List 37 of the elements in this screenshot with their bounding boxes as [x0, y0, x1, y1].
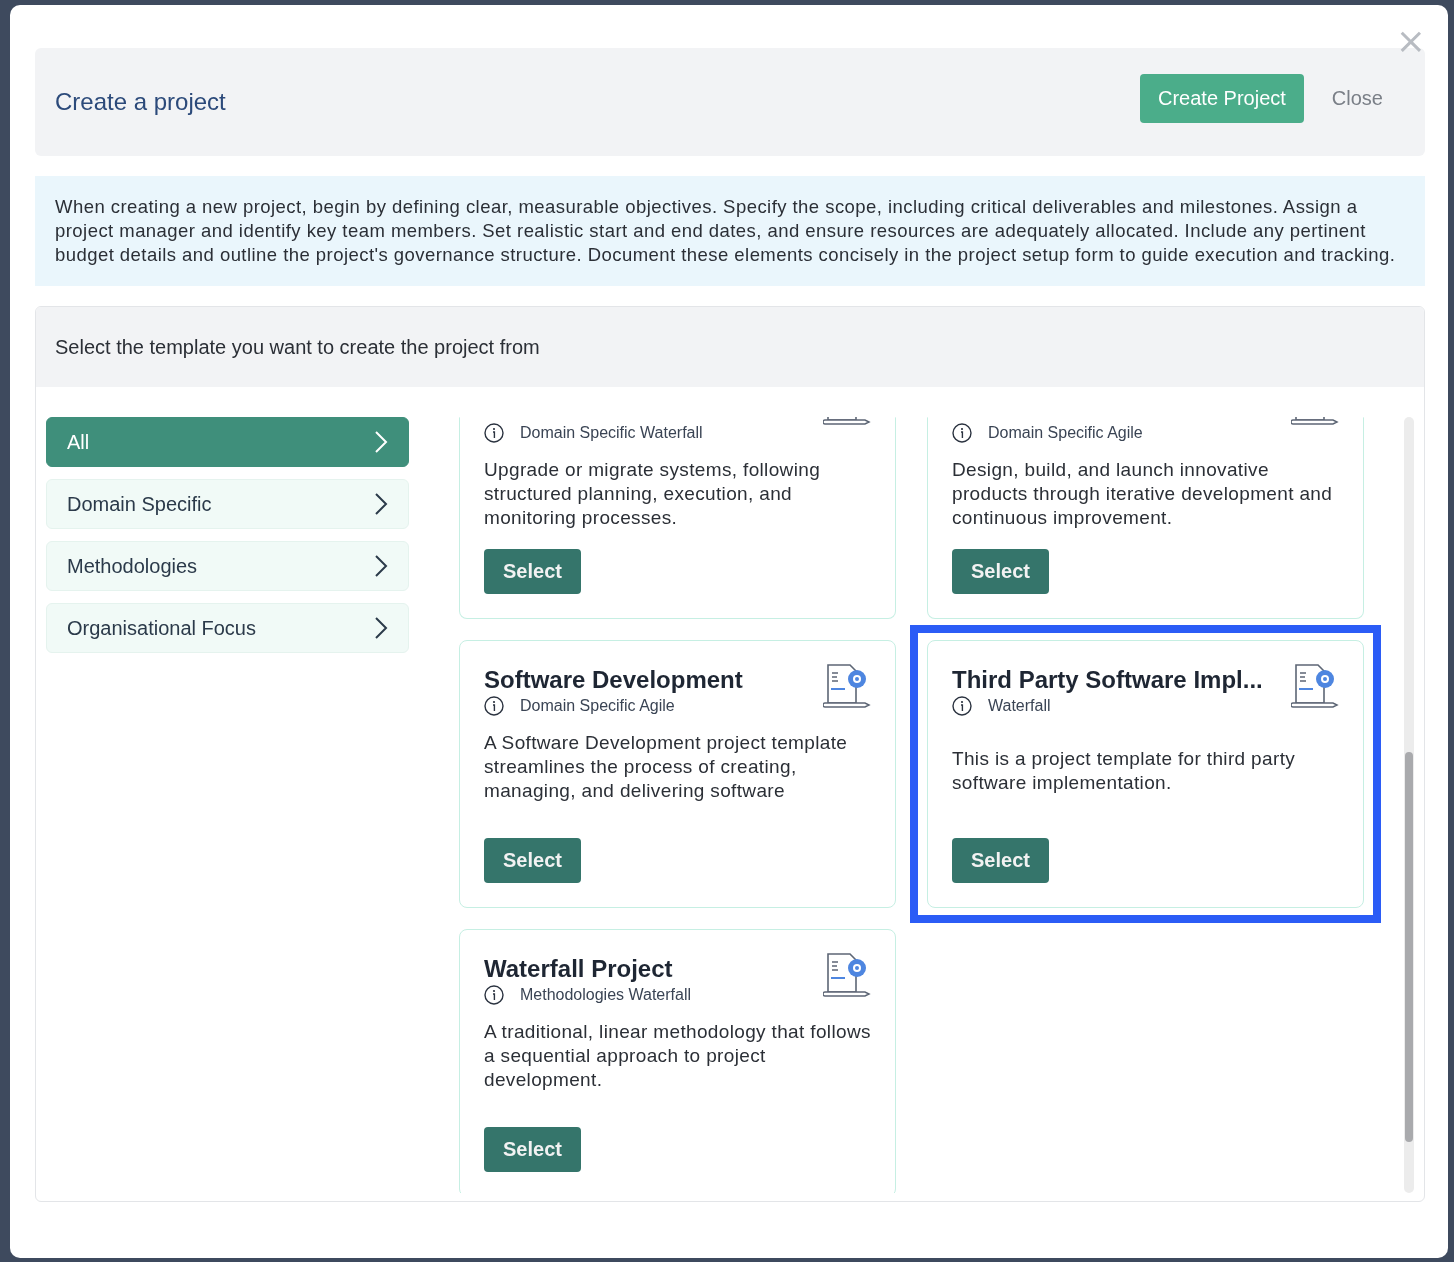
card-description: Upgrade or migrate systems, following structured planning, execution, and monitoring processes.	[484, 458, 822, 530]
card-description: This is a project template for third party software implementation.	[952, 747, 1297, 795]
create-project-button[interactable]: Create Project	[1140, 73, 1304, 123]
info-icon	[484, 696, 504, 716]
card-tag: Domain Specific Waterfall	[520, 424, 703, 442]
card-title: Software Development	[484, 665, 743, 695]
category-item[interactable]: Methodologies	[46, 541, 409, 591]
scrollbar-thumb[interactable]	[1405, 752, 1413, 1142]
category-item[interactable]: All	[46, 417, 409, 467]
card-tag: Domain Specific Agile	[520, 697, 675, 715]
card-title: Waterfall Project	[484, 954, 674, 984]
select-button[interactable]: Select	[484, 549, 581, 594]
info-icon	[952, 423, 972, 443]
card-tag: Waterfall	[988, 697, 1051, 715]
card-tag: Domain Specific Agile	[988, 424, 1143, 442]
chevron-right-icon	[374, 616, 388, 640]
chevron-right-icon	[374, 554, 388, 578]
info-icon	[952, 696, 972, 716]
select-button[interactable]: Select	[484, 838, 581, 883]
card-tag: Methodologies Waterfall	[520, 986, 692, 1004]
select-button[interactable]: Select	[952, 549, 1049, 594]
info-icon	[484, 985, 504, 1005]
info-icon	[484, 423, 504, 443]
card-title: Third Party Software Impl...	[952, 665, 1263, 695]
category-item[interactable]: Organisational Focus	[46, 603, 409, 653]
chevron-right-icon	[374, 492, 388, 516]
select-button[interactable]: Select	[484, 1127, 581, 1172]
chevron-right-icon	[374, 430, 388, 454]
close-button[interactable]: Close	[1303, 73, 1405, 123]
select-button[interactable]: Select	[952, 838, 1049, 883]
modal-title: Create a project	[55, 88, 227, 116]
card-description: Design, build, and launch innovative products through iterative development and continuous improvement.	[952, 458, 1334, 530]
intro-text: When creating a new project, begin by defining clear, measurable objectives. Specify the scope, including critical deliverables and milestones. Assign a project manager and identify key team members. Set realistic start and end dates, and ensure resources are adequately allocated. Include any pertinent budget details and outline the project's governance structure. Document these elements concisely in the project setup form to guide execution and tracking.	[35, 176, 1425, 286]
card-description: A traditional, linear methodology that follows a sequential approach to project development.	[484, 1020, 871, 1092]
category-item[interactable]: Domain Specific	[46, 479, 409, 529]
card-description: A Software Development project template streamlines the process of creating, managing, and delivering software	[484, 731, 849, 803]
template-heading: Select the template you want to create the project from	[36, 307, 1424, 387]
